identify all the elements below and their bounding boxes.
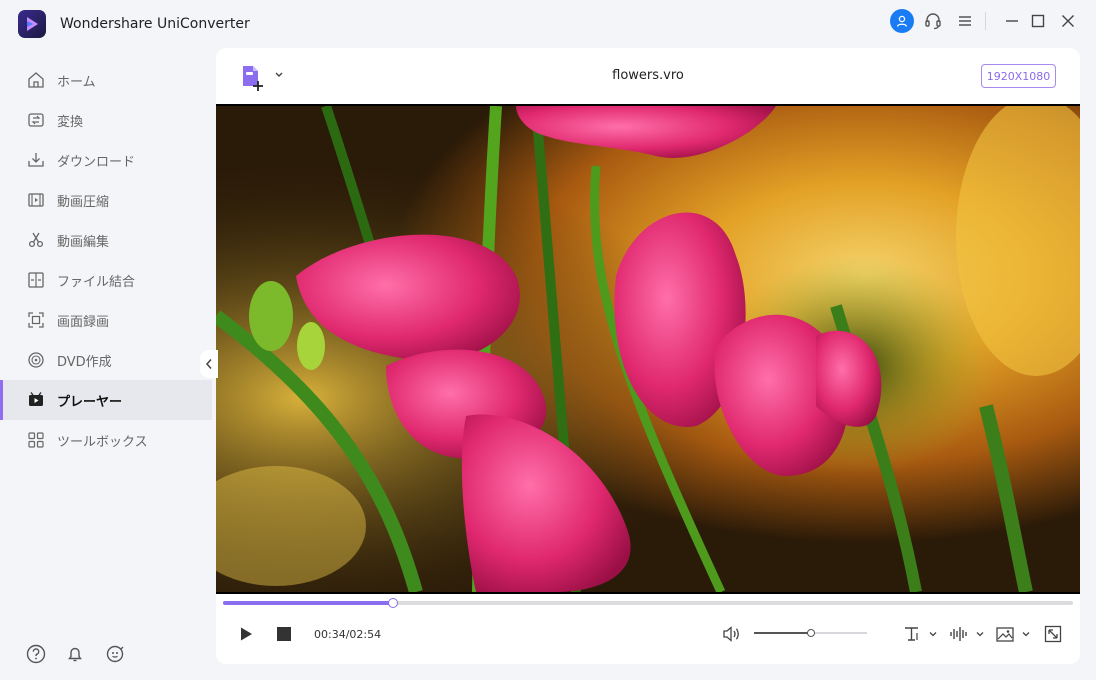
minimize-icon <box>1006 20 1018 22</box>
sidebar-item-label: プレーヤー <box>57 395 123 410</box>
titlebar-divider <box>985 12 986 30</box>
player-panel: flowers.vro 1920X1080 00:34/02:54 <box>216 48 1080 664</box>
file-name: flowers.vro <box>612 68 684 83</box>
chevron-left-icon <box>205 359 212 369</box>
feedback-icon[interactable] <box>104 643 126 665</box>
player-icon <box>29 392 43 406</box>
sidebar-item-label: ダウンロード <box>57 155 136 170</box>
headset-icon <box>925 13 941 30</box>
home-icon <box>28 72 44 88</box>
seek-bar[interactable] <box>223 598 1073 608</box>
dvd-icon <box>28 352 44 368</box>
title-bar: Wondershare UniConverter <box>0 0 1096 48</box>
maximize-button[interactable] <box>1026 9 1050 33</box>
compress-icon <box>28 193 44 207</box>
volume-slider[interactable] <box>754 628 867 638</box>
sidebar-item-home[interactable]: ホーム <box>0 60 212 100</box>
subtitle-button[interactable] <box>902 622 940 646</box>
sidebar-item-label: 動画編集 <box>57 235 110 250</box>
app-logo <box>18 10 46 38</box>
app-title: Wondershare UniConverter <box>60 16 250 32</box>
convert-icon <box>28 113 44 127</box>
sidebar-item-download[interactable]: ダウンロード <box>0 140 212 180</box>
sidebar-item-toolbox[interactable]: ツールボックス <box>0 420 212 460</box>
merge-icon <box>28 272 44 288</box>
hamburger-icon <box>959 16 971 26</box>
speaker-icon <box>723 626 739 642</box>
sidebar-item-label: ホーム <box>57 75 96 90</box>
chevron-down-icon <box>1022 632 1030 637</box>
sidebar-item-screen-record[interactable]: 画面録画 <box>0 300 212 340</box>
play-icon <box>241 627 252 641</box>
chevron-down-icon <box>929 632 937 637</box>
volume-fill <box>754 632 811 634</box>
user-icon <box>896 15 908 27</box>
snapshot-button[interactable] <box>995 622 1033 646</box>
toolbox-icon <box>28 432 44 448</box>
fullscreen-icon <box>1044 625 1062 643</box>
sidebar-item-label: 変換 <box>57 115 84 130</box>
sidebar-footer <box>0 640 216 670</box>
maximize-icon <box>1031 14 1045 28</box>
seek-handle[interactable] <box>388 598 398 608</box>
resolution-badge: 1920X1080 <box>981 64 1056 88</box>
bell-icon[interactable] <box>64 643 86 665</box>
minimize-button[interactable] <box>1000 9 1024 33</box>
help-icon[interactable] <box>25 643 47 665</box>
stop-button[interactable] <box>273 622 295 646</box>
sidebar-item-edit[interactable]: 動画編集 <box>0 220 212 260</box>
sidebar-collapse-button[interactable] <box>200 350 218 378</box>
volume-handle[interactable] <box>806 629 815 637</box>
play-button[interactable] <box>234 622 258 646</box>
close-button[interactable] <box>1056 9 1080 33</box>
time-display: 00:34/02:54 <box>314 628 382 641</box>
image-icon <box>996 627 1014 642</box>
screen-record-icon <box>28 312 44 328</box>
waveform-icon <box>950 627 967 641</box>
fullscreen-button[interactable] <box>1042 622 1064 646</box>
sidebar-item-convert[interactable]: 変換 <box>0 100 212 140</box>
chevron-down-icon <box>976 632 984 637</box>
menu-button[interactable] <box>953 9 977 33</box>
sidebar-item-compress[interactable]: 動画圧縮 <box>0 180 212 220</box>
sidebar-item-label: ツールボックス <box>57 435 148 450</box>
video-frame <box>216 106 1080 592</box>
sidebar-item-merge[interactable]: ファイル結合 <box>0 260 212 300</box>
sidebar-item-label: 画面録画 <box>57 315 110 330</box>
text-icon <box>905 627 918 641</box>
seek-fill <box>223 601 393 605</box>
download-icon <box>28 153 44 167</box>
audio-track-button[interactable] <box>949 622 987 646</box>
sidebar-item-label: ファイル結合 <box>57 275 136 290</box>
scissors-icon <box>28 232 44 248</box>
volume-button[interactable] <box>720 622 744 646</box>
video-area[interactable] <box>216 104 1080 594</box>
sidebar-item-label: 動画圧縮 <box>57 195 110 210</box>
sidebar-item-dvd[interactable]: DVD作成 <box>0 340 212 380</box>
sidebar-item-label: DVD作成 <box>57 355 112 370</box>
close-icon <box>1062 15 1074 27</box>
user-account-button[interactable] <box>890 9 914 33</box>
support-button[interactable] <box>921 9 945 33</box>
stop-icon <box>277 627 291 641</box>
sidebar-item-player[interactable]: プレーヤー <box>0 380 212 420</box>
